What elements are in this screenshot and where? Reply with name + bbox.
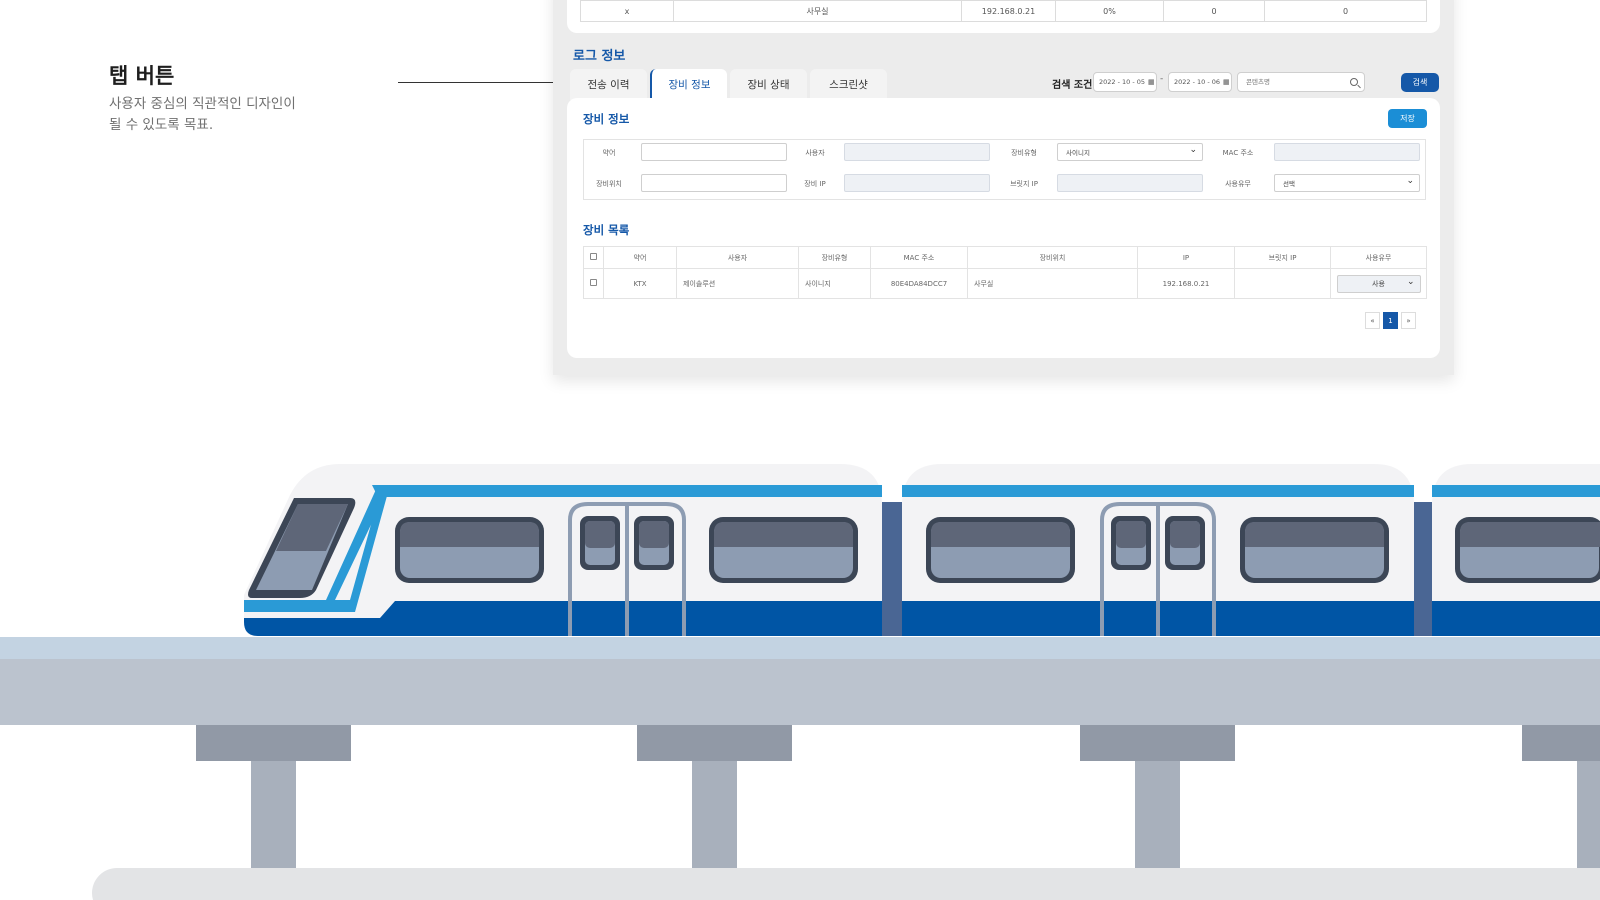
car-connector — [882, 502, 902, 636]
ground — [92, 868, 1600, 900]
train-car-middle — [902, 464, 1414, 636]
bridge-pillars — [196, 724, 1600, 868]
car-connector — [1414, 502, 1432, 636]
bridge-rail — [0, 637, 1600, 659]
train-illustration — [0, 464, 1600, 900]
train-car-front — [244, 464, 882, 636]
bridge-deck — [0, 659, 1600, 725]
train-car-rear — [1432, 464, 1600, 636]
